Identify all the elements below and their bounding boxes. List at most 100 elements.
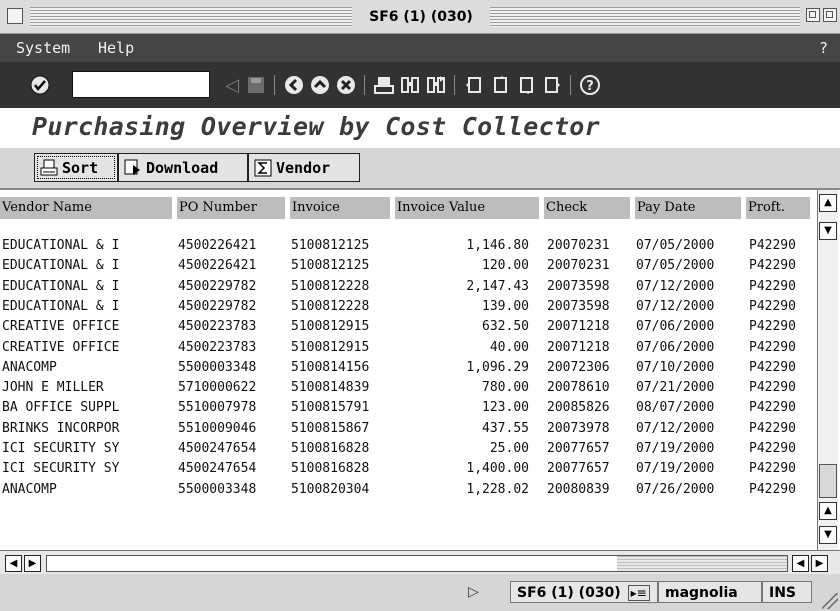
table-row[interactable]: JOHN E MILLER 5710000622 5100814839 780.00 2…: [0, 378, 818, 398]
cell-po-number: 4500229782: [178, 298, 257, 314]
scroll-down-arrow-icon[interactable]: ▼: [819, 222, 837, 240]
cell-invoice-value: 780.00: [482, 380, 529, 396]
table-row[interactable]: ANACOMP 5500003348 5100820304 1,228.02 20080…: [0, 480, 818, 500]
find-next-icon[interactable]: [424, 73, 448, 97]
vertical-scroll-thumb[interactable]: [819, 464, 837, 498]
help-question-icon[interactable]: ?: [819, 39, 828, 57]
cell-invoice-value: 25.00: [489, 441, 529, 456]
cell-profit-center: P42290: [749, 258, 796, 274]
scroll-up-arrow-icon[interactable]: ▲: [819, 502, 837, 520]
table-header: Vendor Name PO Number Invoice Invoice Va…: [0, 197, 818, 219]
table-row[interactable]: BA OFFICE SUPPL 5510007978 5100815791 123.0…: [0, 398, 818, 418]
cell-po-number: 5500003348: [178, 481, 257, 497]
cell-profit-center: P42290: [749, 481, 796, 497]
scroll-left-arrow-icon[interactable]: ◀: [792, 555, 809, 572]
status-list-icon[interactable]: ▸≡: [627, 585, 650, 601]
find-icon[interactable]: [398, 73, 422, 97]
download-button[interactable]: Download: [118, 153, 248, 182]
print-icon[interactable]: [372, 73, 396, 97]
table-row[interactable]: EDUCATIONAL & I 4500226421 5100812125 120.0…: [0, 256, 818, 276]
cell-po-number: 4500247654: [178, 441, 257, 456]
cell-pay-date: 08/07/2000: [636, 400, 715, 416]
column-header-check[interactable]: Check: [544, 197, 630, 219]
cell-profit-center: P42290: [749, 319, 796, 335]
scroll-down-arrow-icon[interactable]: ▼: [819, 526, 837, 544]
report-list: Vendor Name PO Number Invoice Invoice Va…: [0, 188, 840, 550]
cell-check: 20073978: [547, 420, 610, 436]
scroll-left-arrow-icon[interactable]: ◀: [5, 555, 22, 572]
vendor-button[interactable]: Vendor: [248, 153, 360, 182]
window-title-bar[interactable]: SF6 (1) (030): [0, 0, 840, 34]
horizontal-scroll-track[interactable]: [46, 555, 788, 572]
cell-pay-date: 07/19/2000: [636, 441, 715, 456]
resize-grip-icon[interactable]: [822, 593, 838, 609]
cell-vendor-name: ICI SECURITY SY: [2, 441, 120, 456]
scroll-right-arrow-icon[interactable]: ▶: [811, 555, 828, 572]
table-row[interactable]: EDUCATIONAL & I 4500229782 5100812228 139.0…: [0, 297, 818, 317]
cell-invoice-value: 1,228.02: [466, 481, 529, 497]
back-arrow-icon[interactable]: ◁: [220, 73, 244, 97]
cell-invoice: 5100820304: [291, 481, 370, 497]
column-header-profit-center[interactable]: Proft.: [746, 197, 810, 219]
sort-button[interactable]: Sort: [34, 153, 118, 182]
cell-profit-center: P42290: [749, 238, 796, 253]
menu-system[interactable]: System: [16, 39, 70, 57]
status-mode-field: INS: [762, 581, 812, 603]
table-row[interactable]: CREATIVE OFFICE 4500223783 5100812915 632.5…: [0, 317, 818, 337]
cell-pay-date: 07/06/2000: [636, 339, 715, 355]
status-server-field: magnolia: [658, 581, 762, 603]
previous-page-icon[interactable]: [488, 73, 512, 97]
status-system-field: SF6 (1) (030) ▸≡: [510, 581, 658, 603]
back-icon[interactable]: [282, 73, 306, 97]
close-box[interactable]: [7, 8, 23, 24]
status-toggle-icon[interactable]: ▷: [468, 584, 479, 600]
help-icon[interactable]: ?: [578, 73, 602, 97]
cell-po-number: 4500226421: [178, 258, 257, 274]
cell-vendor-name: BA OFFICE SUPPL: [2, 400, 120, 416]
cancel-icon[interactable]: [334, 73, 358, 97]
cell-check: 20071218: [547, 319, 610, 335]
cell-check: 20073598: [547, 278, 610, 294]
table-row[interactable]: ICI SECURITY SY 4500247654 5100816828 25.00…: [0, 439, 818, 459]
vertical-scrollbar[interactable]: ▲ ▼ ▲ ▼: [817, 190, 838, 550]
exit-icon[interactable]: [308, 73, 332, 97]
cell-po-number: 4500229782: [178, 278, 257, 294]
cell-po-number: 4500226421: [178, 238, 257, 253]
horizontal-scroll-thumb[interactable]: [617, 556, 787, 571]
column-header-vendor-name[interactable]: Vendor Name: [0, 197, 172, 219]
table-row[interactable]: CREATIVE OFFICE 4500223783 5100812915 40.00…: [0, 338, 818, 358]
zoom-box[interactable]: [806, 8, 820, 22]
toolbar-separator: [454, 75, 455, 95]
save-icon[interactable]: [244, 73, 268, 97]
table-row[interactable]: ICI SECURITY SY 4500247654 5100816828 1,400…: [0, 459, 818, 479]
collapse-box[interactable]: [823, 8, 837, 22]
table-row[interactable]: BRINKS INCORPOR 5510009046 5100815867 437.5…: [0, 419, 818, 439]
cell-vendor-name: CREATIVE OFFICE: [2, 319, 120, 335]
column-header-pay-date[interactable]: Pay Date: [635, 197, 741, 219]
next-page-icon[interactable]: [514, 73, 538, 97]
table-row[interactable]: ANACOMP 5500003348 5100814156 1,096.29 20072…: [0, 358, 818, 378]
title-bar-stripes-left: [30, 7, 352, 27]
cell-profit-center: P42290: [749, 380, 796, 396]
first-page-icon[interactable]: [462, 73, 486, 97]
column-header-po-number[interactable]: PO Number: [177, 197, 285, 219]
cell-check: 20085826: [547, 400, 610, 416]
column-header-invoice[interactable]: Invoice: [290, 197, 390, 219]
cell-invoice: 5100812915: [291, 339, 370, 355]
cell-check: 20073598: [547, 298, 610, 314]
enter-icon[interactable]: [28, 73, 52, 97]
cell-check: 20077657: [547, 441, 610, 456]
command-field[interactable]: [72, 71, 210, 98]
cell-po-number: 4500223783: [178, 339, 257, 355]
menu-help[interactable]: Help: [98, 39, 134, 57]
scroll-up-arrow-icon[interactable]: ▲: [819, 194, 837, 212]
cell-check: 20070231: [547, 258, 610, 274]
table-row[interactable]: EDUCATIONAL & I 4500229782 5100812228 2,147…: [0, 277, 818, 297]
table-row[interactable]: EDUCATIONAL & I 4500226421 5100812125 1,146…: [0, 236, 818, 256]
last-page-icon[interactable]: [540, 73, 564, 97]
horizontal-scrollbar[interactable]: ◀ ▶ ◀ ▶: [0, 550, 840, 574]
vendor-button-label: Vendor: [276, 158, 331, 177]
scroll-right-arrow-icon[interactable]: ▶: [24, 555, 41, 572]
cell-pay-date: 07/10/2000: [636, 359, 715, 375]
column-header-invoice-value[interactable]: Invoice Value: [395, 197, 539, 219]
